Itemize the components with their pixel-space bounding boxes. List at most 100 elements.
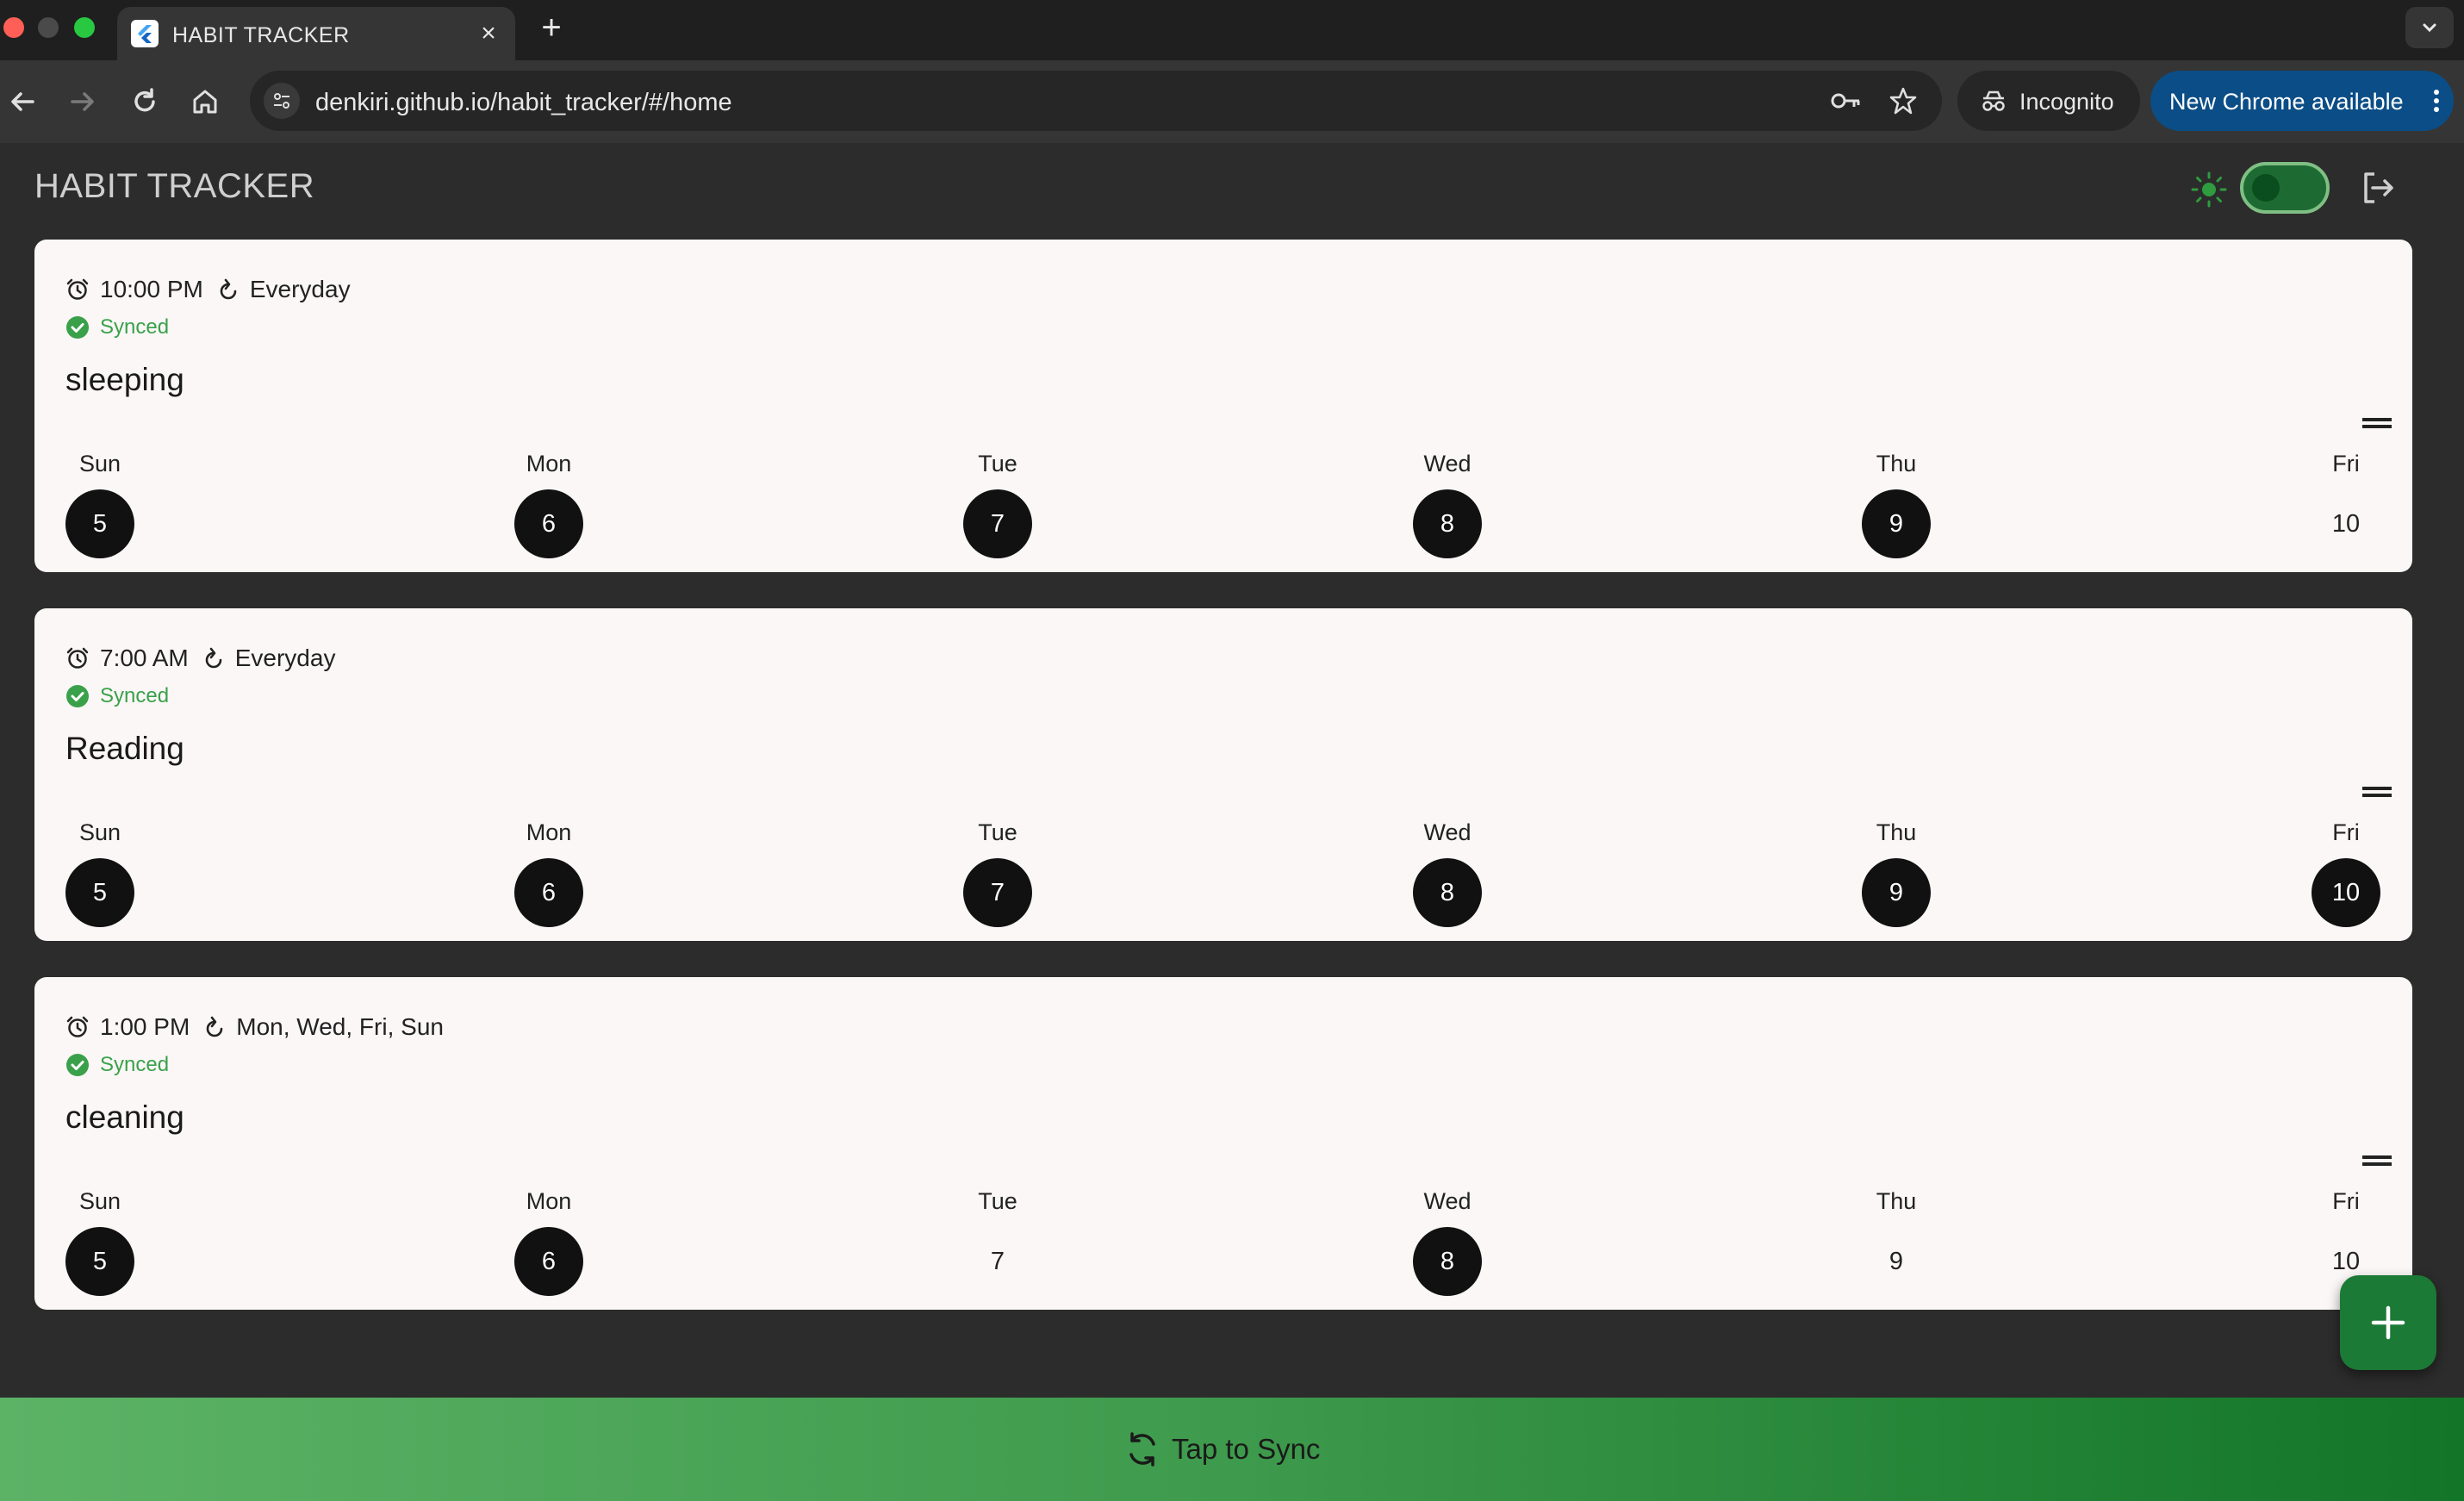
habit-card[interactable]: 7:00 AM Everyday Synced Reading Sun 5 Mon… [34,608,2412,941]
day-number[interactable]: 6 [514,858,583,927]
tab-close-icon[interactable]: × [474,19,503,48]
maximize-window-button[interactable] [74,17,95,38]
bookmark-star-icon[interactable] [1888,86,1918,115]
day-cell-wed[interactable]: Wed 8 [1413,1184,1482,1296]
day-cell-thu[interactable]: Thu 9 [1862,815,1931,927]
habit-time: 10:00 PM [100,276,203,302]
site-settings-icon[interactable] [264,83,300,119]
habit-repeat: Mon, Wed, Fri, Sun [236,1013,444,1040]
day-label: Fri [2332,1188,2360,1214]
close-window-button[interactable] [3,17,24,38]
habit-time: 7:00 AM [100,645,189,671]
day-number[interactable]: 7 [963,489,1032,558]
day-number[interactable]: 7 [963,858,1032,927]
browser-tabstrip: HABIT TRACKER × + [0,0,2464,60]
theme-toggle-switch[interactable] [2240,162,2330,214]
habit-card[interactable]: 1:00 PM Mon, Wed, Fri, Sun Synced cleani… [34,977,2412,1310]
day-number[interactable]: 7 [963,1227,1032,1296]
day-cell-wed[interactable]: Wed 8 [1413,815,1482,927]
day-number[interactable]: 5 [65,858,134,927]
url-text[interactable]: denkiri.github.io/habit_tracker/#/home [315,89,732,117]
new-tab-button[interactable]: + [534,10,569,45]
habit-repeat: Everyday [249,276,351,302]
forward-button[interactable] [64,83,102,121]
day-label: Tue [978,1188,1017,1214]
habit-meta: 7:00 AM Everyday [65,643,335,674]
day-label: Fri [2332,819,2360,845]
day-number[interactable]: 5 [65,1227,134,1296]
day-cell-mon[interactable]: Mon 6 [514,1184,583,1296]
day-label: Sun [78,451,121,476]
day-number[interactable]: 9 [1862,858,1931,927]
day-cell-tue[interactable]: Tue 7 [963,1184,1032,1296]
home-icon [193,90,217,114]
drag-handle-icon[interactable] [2362,1155,2392,1167]
day-number[interactable]: 6 [514,1227,583,1296]
day-number[interactable]: 9 [1862,1227,1931,1296]
sync-status-label: Synced [100,684,170,707]
day-label: Thu [1876,819,1917,845]
day-label: Wed [1423,819,1472,845]
day-cell-thu[interactable]: Thu 9 [1862,1184,1931,1296]
day-cell-sun[interactable]: Sun 5 [65,815,134,927]
add-habit-button[interactable] [2340,1275,2436,1370]
day-number[interactable]: 8 [1413,489,1482,558]
day-label: Mon [526,451,572,476]
logout-icon[interactable] [2359,169,2397,207]
sync-icon [1129,1432,1155,1467]
tab-search-button[interactable] [2405,7,2454,48]
day-cell-mon[interactable]: Mon 6 [514,446,583,558]
day-cell-mon[interactable]: Mon 6 [514,815,583,927]
update-chrome-label: New Chrome available [2169,89,2404,115]
day-cell-tue[interactable]: Tue 7 [963,446,1032,558]
tab-title: HABIT TRACKER [172,23,350,47]
habit-card[interactable]: 10:00 PM Everyday Synced sleeping Sun 5 M… [34,240,2412,572]
check-circle-icon [66,685,89,707]
sun-icon [2191,171,2227,208]
day-number[interactable]: 10 [2312,858,2380,927]
browser-tab[interactable]: HABIT TRACKER × [117,7,515,60]
day-cell-sun[interactable]: Sun 5 [65,1184,134,1296]
habit-name: sleeping [65,362,184,397]
drag-handle-icon[interactable] [2362,417,2392,429]
theme-toggle-knob [2252,174,2280,202]
habit-repeat: Everyday [234,645,336,671]
arrow-left-icon [11,92,34,111]
address-bar[interactable]: denkiri.github.io/habit_tracker/#/home [250,71,1942,131]
day-cell-thu[interactable]: Thu 9 [1862,446,1931,558]
habit-meta: 10:00 PM Everyday [65,274,351,305]
day-number[interactable]: 8 [1413,1227,1482,1296]
back-button[interactable] [3,83,41,121]
plus-icon [2371,1305,2405,1340]
browser-toolbar: denkiri.github.io/habit_tracker/#/home I… [0,60,2464,143]
day-cell-fri[interactable]: Fri 10 [2312,446,2380,558]
habit-time: 1:00 PM [100,1013,190,1040]
day-label: Fri [2332,451,2360,476]
sync-status-label: Synced [100,1053,170,1076]
day-cell-wed[interactable]: Wed 8 [1413,446,1482,558]
habit-name: cleaning [65,1099,184,1135]
more-vert-icon[interactable] [2431,88,2442,114]
day-number[interactable]: 9 [1862,489,1931,558]
day-cell-fri[interactable]: Fri 10 [2312,815,2380,927]
sync-bar-label: Tap to Sync [1172,1433,1321,1465]
sync-status: Synced [65,1053,169,1077]
day-cell-tue[interactable]: Tue 7 [963,815,1032,927]
reload-icon [134,88,155,112]
arrow-right-icon [71,92,94,111]
update-chrome-button[interactable]: New Chrome available [2150,71,2454,131]
password-key-icon[interactable] [1830,86,1863,115]
day-number[interactable]: 10 [2312,489,2380,558]
tap-to-sync-bar[interactable]: Tap to Sync [0,1398,2464,1501]
day-label: Wed [1423,451,1472,476]
day-cell-sun[interactable]: Sun 5 [65,446,134,558]
incognito-indicator[interactable]: Incognito [1957,71,2140,131]
reload-button[interactable] [126,83,164,121]
drag-handle-icon[interactable] [2362,786,2392,798]
day-number[interactable]: 5 [65,489,134,558]
day-number[interactable]: 8 [1413,858,1482,927]
minimize-window-button[interactable] [38,17,59,38]
day-label: Mon [526,1188,572,1214]
day-number[interactable]: 6 [514,489,583,558]
home-button[interactable] [186,83,224,121]
